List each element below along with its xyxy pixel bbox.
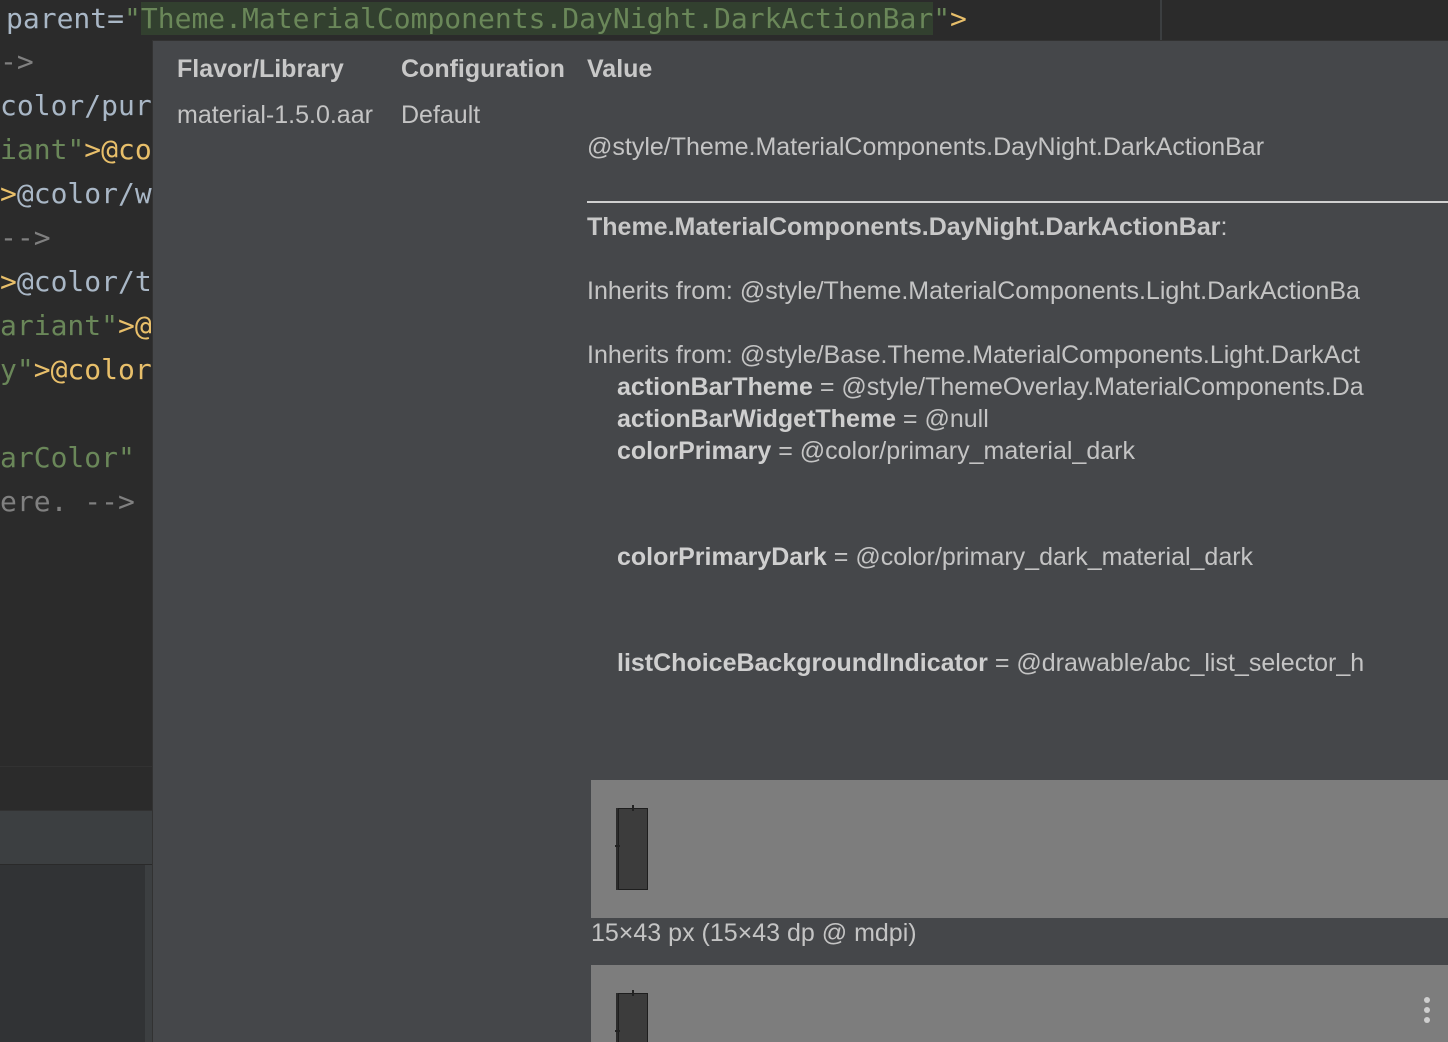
code-fragment: @color/w bbox=[16, 177, 152, 210]
attribute-value[interactable]: = @color/primary_dark_material_dark bbox=[827, 543, 1253, 571]
code-line[interactable]: arColor" bbox=[0, 436, 135, 480]
code-fragment: > bbox=[0, 177, 17, 210]
editor-status-strip bbox=[0, 766, 152, 810]
divider bbox=[587, 201, 1448, 203]
drawable-thumbnail bbox=[615, 805, 648, 890]
drawable-preview bbox=[591, 965, 1448, 1042]
theme-heading: Theme.MaterialComponents.DayNight.DarkAc… bbox=[587, 213, 1227, 242]
attribute-value: = @null bbox=[895, 405, 989, 433]
code-fragment: iant" bbox=[0, 133, 85, 166]
code-fragment: ere. --> bbox=[0, 485, 135, 518]
more-vertical-icon[interactable] bbox=[1424, 997, 1432, 1027]
code-fragment: > bbox=[0, 265, 17, 298]
attribute-value[interactable]: = @color/primary_material_dark bbox=[771, 437, 1135, 465]
attribute-name: colorPrimary bbox=[617, 437, 772, 465]
drawable-thumbnail bbox=[615, 990, 648, 1042]
xml-attribute-value[interactable]: Theme.MaterialComponents.DayNight.DarkAc… bbox=[140, 2, 934, 35]
xml-quote-open: " bbox=[124, 2, 141, 35]
code-fragment: -> bbox=[0, 45, 34, 78]
cell-configuration: Default bbox=[401, 101, 481, 129]
editor-right-gutter bbox=[1160, 0, 1448, 40]
theme-suffix: : bbox=[1220, 213, 1228, 241]
code-line[interactable]: -> bbox=[0, 40, 34, 84]
attribute-name: colorPrimaryDark bbox=[617, 543, 827, 571]
attribute-name: listChoiceBackgroundIndicator bbox=[617, 649, 988, 677]
style-reference[interactable]: @style/Theme.MaterialComponents.DayNight… bbox=[587, 133, 1264, 162]
theme-attribute: actionBarTheme = @style/ThemeOverlay.Mat… bbox=[617, 373, 1364, 402]
code-line[interactable]: color/pur bbox=[0, 84, 152, 128]
code-line-parent[interactable]: parent="Theme.MaterialComponents.DayNigh… bbox=[0, 0, 1160, 40]
header-configuration: Configuration bbox=[401, 55, 565, 83]
code-fragment: arColor" bbox=[0, 441, 135, 474]
xml-tag-close: > bbox=[950, 2, 967, 35]
header-flavor-library: Flavor/Library bbox=[177, 55, 344, 83]
code-fragment: >@color bbox=[33, 353, 152, 386]
code-fragment: ariant" bbox=[0, 309, 119, 342]
panel-splitter[interactable] bbox=[145, 865, 152, 1042]
attribute-value[interactable]: = @style/ThemeOverlay.MaterialComponents… bbox=[813, 373, 1364, 401]
code-lines: -> color/pur iant">@co >@color/w --> >@c… bbox=[0, 40, 152, 766]
inherits-line[interactable]: Inherits from: @style/Theme.MaterialComp… bbox=[587, 277, 1360, 306]
drawable-dimensions: 15×43 px (15×43 dp @ mdpi) bbox=[591, 919, 917, 947]
cell-flavor-library: material-1.5.0.aar bbox=[177, 101, 373, 129]
code-fragment: >@ bbox=[118, 309, 152, 342]
code-fragment: color/pur bbox=[0, 89, 152, 122]
xml-attribute: parent= bbox=[6, 2, 125, 35]
code-line[interactable]: >@color/w bbox=[0, 172, 152, 216]
theme-attribute: listChoiceBackgroundIndicator = @drawabl… bbox=[617, 649, 1364, 678]
code-line[interactable]: >@color/t bbox=[0, 260, 152, 304]
code-line[interactable]: ere. --> bbox=[0, 480, 135, 524]
attribute-name: actionBarWidgetTheme bbox=[617, 405, 896, 433]
theme-name: Theme.MaterialComponents.DayNight.DarkAc… bbox=[587, 213, 1221, 241]
code-fragment: >@co bbox=[84, 133, 152, 166]
attribute-value[interactable]: = @drawable/abc_list_selector_h bbox=[988, 649, 1364, 677]
code-fragment: y" bbox=[0, 353, 34, 386]
code-fragment: --> bbox=[0, 221, 51, 254]
drawable-preview bbox=[591, 780, 1448, 918]
tool-window-header bbox=[0, 810, 152, 864]
code-line[interactable]: --> bbox=[0, 216, 51, 260]
theme-attribute: colorPrimaryDark = @color/primary_dark_m… bbox=[617, 543, 1253, 572]
documentation-popup: Flavor/Library Configuration Value mater… bbox=[152, 40, 1448, 1042]
inherits-line[interactable]: Inherits from: @style/Base.Theme.Materia… bbox=[587, 341, 1360, 370]
code-fragment: @color/t bbox=[16, 265, 152, 298]
code-line[interactable]: ariant">@ bbox=[0, 304, 152, 348]
tool-window-panel bbox=[0, 864, 152, 1042]
theme-attribute: colorPrimary = @color/primary_material_d… bbox=[617, 437, 1135, 466]
xml-quote-close: " bbox=[933, 2, 951, 35]
code-line[interactable]: y">@color bbox=[0, 348, 152, 392]
header-value: Value bbox=[587, 55, 653, 83]
theme-attribute: actionBarWidgetTheme = @null bbox=[617, 405, 989, 434]
attribute-name: actionBarTheme bbox=[617, 373, 813, 401]
code-line[interactable]: iant">@co bbox=[0, 128, 152, 172]
